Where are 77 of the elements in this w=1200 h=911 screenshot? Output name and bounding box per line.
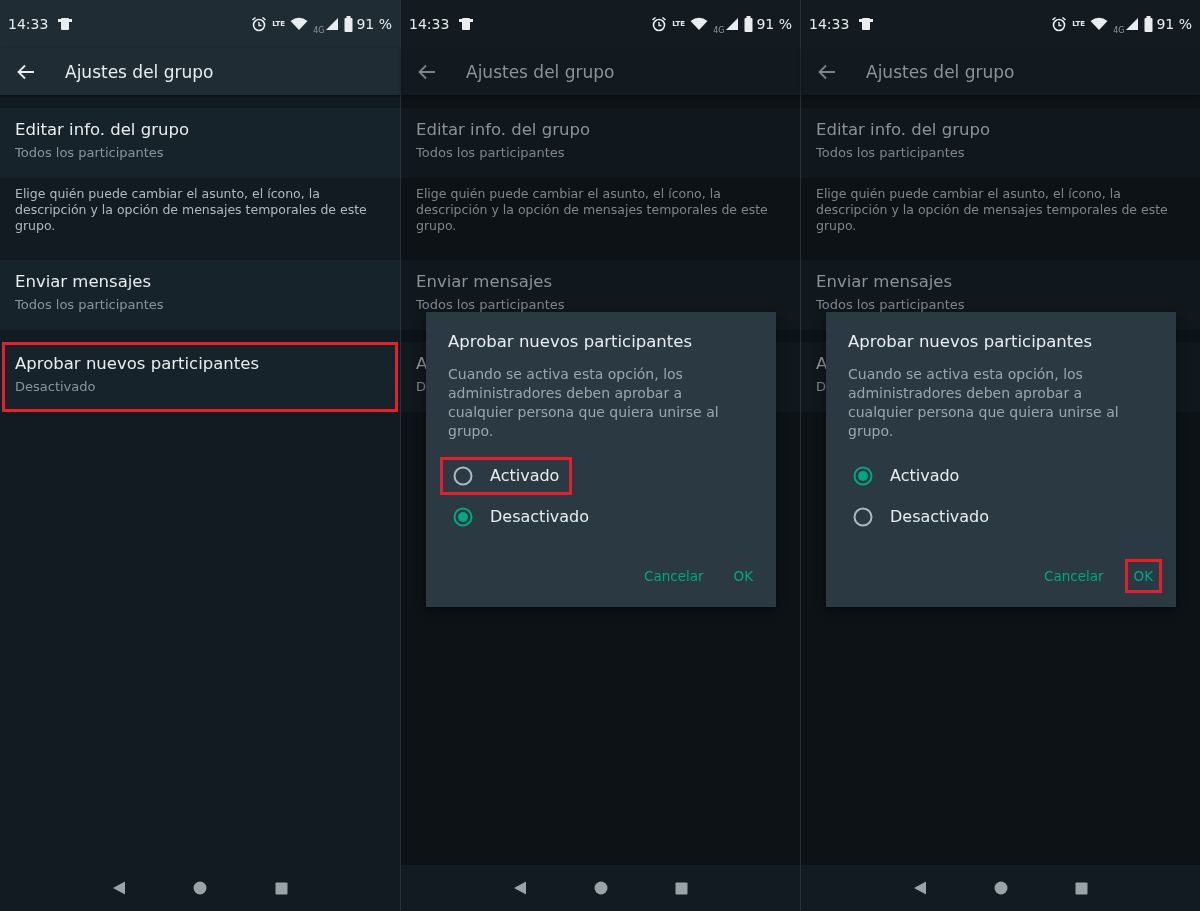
setting-title: Aprobar nuevos participantes bbox=[15, 354, 259, 373]
dialog-button[interactable]: OK bbox=[724, 559, 762, 593]
setting-title: Editar info. del grupo bbox=[816, 120, 990, 139]
alarm-icon bbox=[1051, 16, 1068, 32]
radio-option[interactable]: Desactivado bbox=[440, 497, 603, 536]
description-text: Elige quién puede cambiar el asunto, el ícono, la descripción y la opción de mensajes temporales de este grupo. bbox=[15, 186, 368, 234]
notification-icon bbox=[57, 16, 74, 32]
setting-value: Todos los participantes bbox=[15, 145, 164, 160]
wifi-icon bbox=[290, 17, 309, 31]
battery-percentage: 91 % bbox=[756, 16, 792, 32]
notification-icon bbox=[458, 16, 475, 32]
clock-time: 14:33 bbox=[8, 16, 49, 32]
setting-value: Todos los participantes bbox=[15, 297, 164, 312]
dialog-title: Aprobar nuevos participantes bbox=[448, 332, 693, 351]
settings-row[interactable]: Editar info. del grupo Todos los participantes bbox=[401, 108, 800, 178]
battery-icon bbox=[344, 16, 354, 32]
setting-title: A bbox=[416, 354, 428, 373]
clock-time: 14:33 bbox=[809, 16, 850, 32]
setting-value: D bbox=[416, 379, 426, 394]
radio-option[interactable]: Activado bbox=[440, 456, 573, 495]
setting-title: Editar info. del grupo bbox=[15, 120, 189, 139]
screen-title: Ajustes del grupo bbox=[65, 61, 214, 82]
recents-square-icon[interactable] bbox=[275, 881, 289, 895]
setting-title: Enviar mensajes bbox=[15, 272, 152, 291]
battery-icon bbox=[744, 16, 754, 32]
battery-percentage: 91 % bbox=[356, 16, 392, 32]
recents-square-icon[interactable] bbox=[1075, 881, 1089, 895]
back-triangle-icon[interactable] bbox=[912, 881, 927, 895]
dialog-message: Cuando se activa esta opción, los administradores deben aprobar a cualquier persona que quiera unirse al grupo. bbox=[448, 365, 720, 441]
setting-title: Enviar mensajes bbox=[416, 272, 553, 291]
setting-value: Desactivado bbox=[15, 379, 96, 394]
home-circle-icon[interactable] bbox=[994, 881, 1008, 895]
signal-icon bbox=[725, 17, 740, 31]
screen-title: Ajustes del grupo bbox=[466, 61, 615, 82]
setting-value: Todos los participantes bbox=[416, 145, 565, 160]
dialog-button[interactable]: OK bbox=[1124, 559, 1162, 593]
settings-row[interactable]: Aprobar nuevos participantes Desactivado bbox=[2, 342, 398, 412]
wifi-icon bbox=[1090, 17, 1109, 31]
dialog-message: Cuando se activa esta opción, los administradores deben aprobar a cualquier persona que quiera unirse al grupo. bbox=[848, 365, 1120, 441]
setting-title: Editar info. del grupo bbox=[416, 120, 590, 139]
network-label: 4G bbox=[1113, 25, 1125, 35]
back-arrow-icon bbox=[418, 63, 436, 80]
setting-title: Enviar mensajes bbox=[816, 272, 953, 291]
description-text: Elige quién puede cambiar el asunto, el ícono, la descripción y la opción de mensajes temporales de este grupo. bbox=[816, 186, 1169, 234]
recents-square-icon[interactable] bbox=[675, 881, 689, 895]
battery-icon bbox=[1144, 16, 1154, 32]
clock-time: 14:33 bbox=[409, 16, 450, 32]
dialog-title: Aprobar nuevos participantes bbox=[848, 332, 1093, 351]
settings-row[interactable]: Editar info. del grupo Todos los participantes bbox=[801, 108, 1200, 178]
back-arrow-icon bbox=[17, 63, 35, 80]
radio-option[interactable]: Desactivado bbox=[840, 497, 1003, 536]
screen-title: Ajustes del grupo bbox=[866, 61, 1015, 82]
wifi-icon bbox=[690, 17, 709, 31]
network-label: 4G bbox=[713, 25, 725, 35]
back-triangle-icon[interactable] bbox=[111, 881, 126, 895]
setting-title: A bbox=[816, 354, 828, 373]
setting-value: D bbox=[816, 379, 826, 394]
dialog-button[interactable]: Cancelar bbox=[634, 559, 713, 593]
home-circle-icon[interactable] bbox=[193, 881, 208, 895]
alarm-icon bbox=[251, 16, 268, 32]
setting-value: Todos los participantes bbox=[816, 297, 965, 312]
description-text: Elige quién puede cambiar el asunto, el ícono, la descripción y la opción de mensajes temporales de este grupo. bbox=[416, 186, 769, 234]
signal-icon bbox=[1125, 17, 1140, 31]
home-circle-icon[interactable] bbox=[594, 881, 608, 895]
radio-option[interactable]: Activado bbox=[840, 456, 973, 495]
settings-row[interactable]: Enviar mensajes Todos los participantes bbox=[0, 260, 400, 330]
back-triangle-icon[interactable] bbox=[512, 881, 527, 895]
battery-percentage: 91 % bbox=[1156, 16, 1192, 32]
setting-value: Todos los participantes bbox=[816, 145, 965, 160]
settings-row[interactable]: Editar info. del grupo Todos los participantes bbox=[0, 108, 400, 178]
dialog-button[interactable]: Cancelar bbox=[1034, 559, 1113, 593]
back-arrow-icon bbox=[818, 63, 836, 80]
signal-icon bbox=[325, 17, 340, 31]
alarm-icon bbox=[651, 16, 668, 32]
notification-icon bbox=[858, 16, 875, 32]
network-label: 4G bbox=[313, 25, 325, 35]
setting-value: Todos los participantes bbox=[416, 297, 565, 312]
